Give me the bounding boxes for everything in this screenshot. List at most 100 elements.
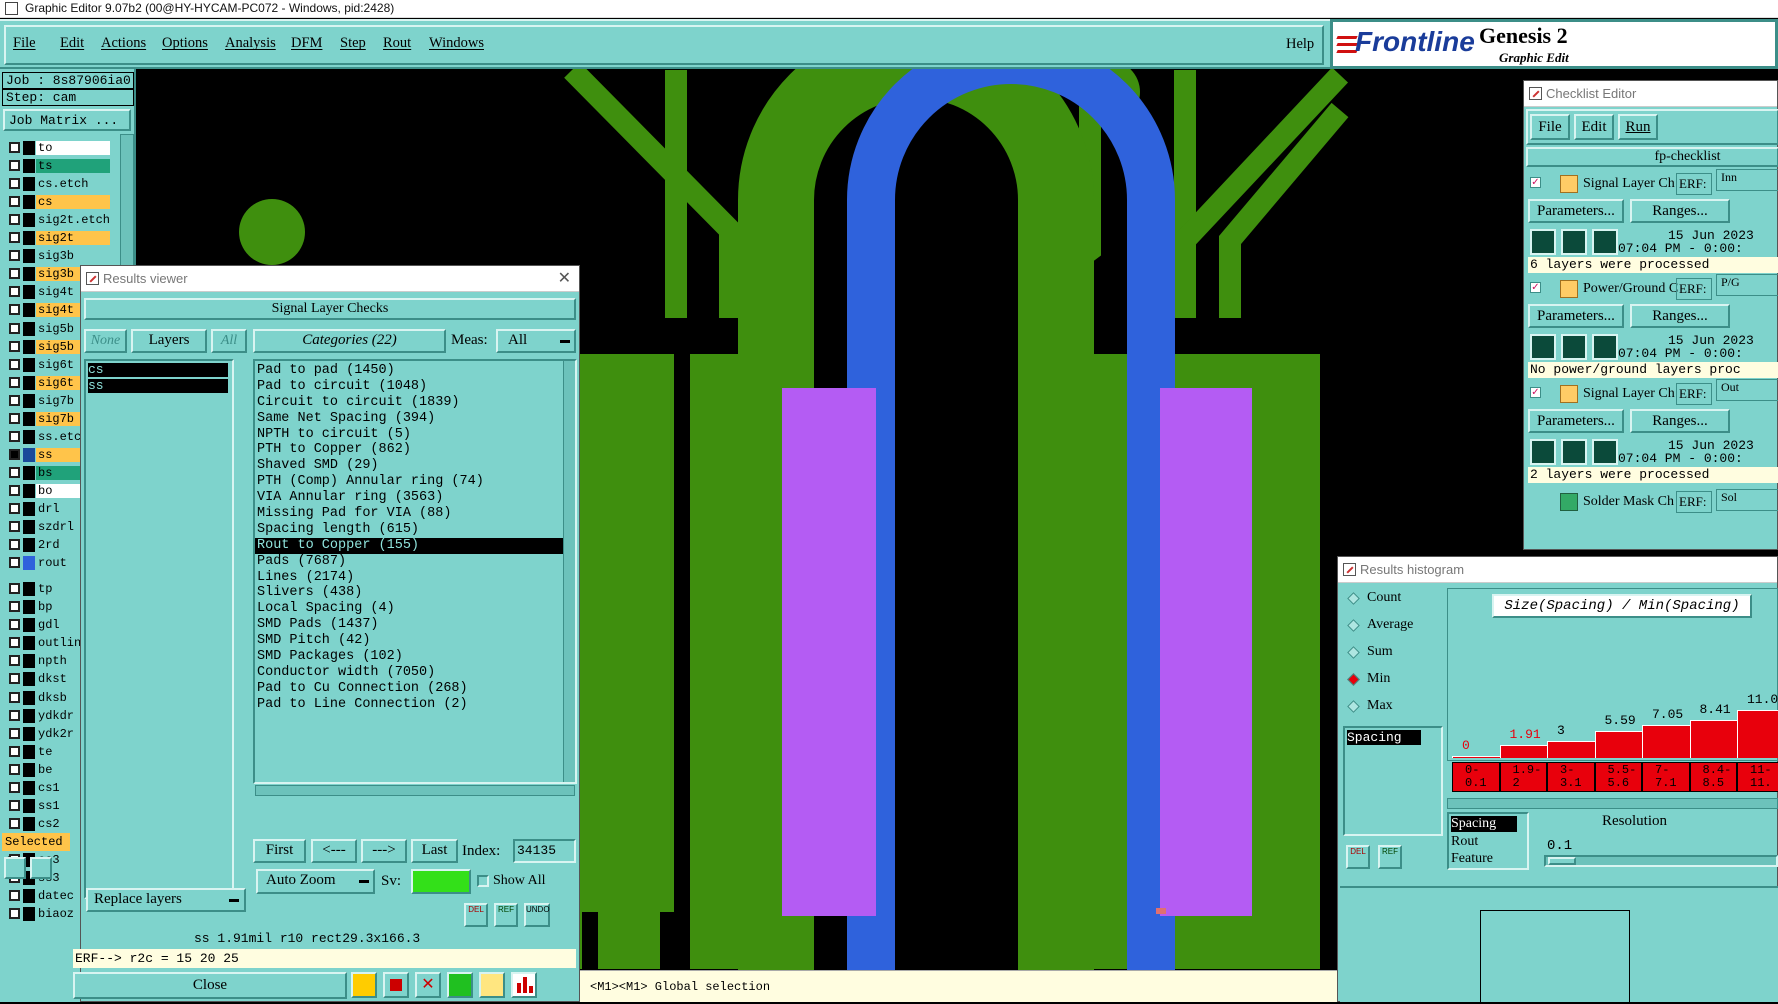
ranges-button[interactable]: Ranges...: [1630, 199, 1730, 223]
category-item[interactable]: Slivers (438): [255, 585, 575, 601]
last-button[interactable]: Last: [411, 839, 458, 863]
layer-checkbox[interactable]: [9, 160, 20, 172]
category-item[interactable]: PTH to Copper (862): [255, 442, 575, 458]
menu-file[interactable]: File: [13, 35, 36, 52]
checklist-item-name[interactable]: Signal Layer Ch: [1583, 176, 1678, 192]
category-item[interactable]: Lines (2174): [255, 570, 575, 586]
layer-row[interactable]: sig3b: [6, 248, 110, 264]
erf-value[interactable]: Out: [1716, 379, 1778, 401]
layer-checkbox[interactable]: [9, 539, 20, 551]
option-min[interactable]: Min: [1347, 671, 1437, 691]
layer-checkbox[interactable]: [9, 908, 20, 920]
layer-checkbox[interactable]: [9, 691, 20, 703]
close-button[interactable]: Close: [73, 972, 347, 999]
layer-checkbox[interactable]: [9, 637, 20, 649]
resolution-slider-handle[interactable]: [1548, 857, 1576, 865]
run-action-icon[interactable]: [1530, 439, 1556, 465]
checklist-item-name[interactable]: Signal Layer Ch: [1583, 386, 1678, 402]
categories-hscrollbar[interactable]: [255, 785, 575, 796]
histogram-list-item[interactable]: Spacing: [1347, 730, 1421, 745]
checklist-file-menu[interactable]: File: [1530, 114, 1570, 140]
job-matrix-button[interactable]: Job Matrix ...: [3, 109, 131, 131]
checklist-item-name[interactable]: Power/Ground C: [1583, 281, 1678, 297]
layer-row[interactable]: cs.etch: [6, 176, 110, 192]
first-button[interactable]: First: [253, 839, 306, 863]
menu-rout[interactable]: Rout: [383, 35, 411, 52]
layer-result-cs[interactable]: cs: [88, 363, 228, 377]
meas-dropdown[interactable]: All ▬: [496, 329, 576, 353]
tool-icon-2[interactable]: [383, 972, 409, 998]
layer-checkbox[interactable]: [9, 340, 20, 352]
category-item[interactable]: Pad to Cu Connection (268): [255, 681, 575, 697]
layer-name[interactable]: cs: [36, 195, 110, 210]
categories-tab[interactable]: Categories (22): [253, 329, 446, 353]
layer-checkbox[interactable]: [9, 268, 20, 280]
layer-row[interactable]: to: [6, 140, 110, 156]
layer-checkbox[interactable]: [9, 376, 20, 388]
menu-step[interactable]: Step: [340, 35, 366, 52]
layer-checkbox[interactable]: [9, 286, 20, 298]
layer-checkbox[interactable]: [9, 412, 20, 424]
layers-tab[interactable]: Layers: [131, 329, 207, 353]
layer-checkbox[interactable]: [9, 673, 20, 685]
ref-icon[interactable]: REF: [494, 903, 518, 927]
index-input[interactable]: 34135: [513, 839, 576, 863]
all-button[interactable]: All: [211, 329, 247, 353]
checklist-item-checkbox[interactable]: ✓: [1530, 387, 1541, 398]
layer-checkbox[interactable]: [9, 763, 20, 775]
layer-checkbox[interactable]: [9, 466, 20, 478]
measure-rout[interactable]: Rout: [1451, 834, 1478, 850]
category-item[interactable]: Rout to Copper (155): [255, 537, 575, 554]
help-menu[interactable]: Help: [1286, 36, 1314, 53]
layer-checkbox[interactable]: [9, 817, 20, 829]
category-item[interactable]: VIA Annular ring (3563): [255, 490, 575, 506]
menu-windows[interactable]: Windows: [429, 35, 484, 52]
menu-actions[interactable]: Actions: [101, 35, 146, 52]
layer-row[interactable]: ts: [6, 158, 110, 174]
histogram-hscroll[interactable]: [1447, 798, 1778, 809]
layer-name[interactable]: ts: [36, 159, 110, 174]
close-icon[interactable]: ✕: [558, 266, 571, 292]
layer-checkbox[interactable]: [9, 583, 20, 595]
ranges-button[interactable]: Ranges...: [1630, 304, 1730, 328]
menu-edit[interactable]: Edit: [60, 35, 84, 52]
option-average[interactable]: Average: [1347, 617, 1437, 637]
none-button[interactable]: None: [84, 329, 127, 353]
layer-checkbox[interactable]: [9, 503, 20, 514]
tool-icon-3[interactable]: ✕: [415, 972, 441, 998]
layer-checkbox[interactable]: [9, 799, 20, 811]
histogram-list[interactable]: Spacing: [1343, 726, 1443, 836]
menu-analysis[interactable]: Analysis: [225, 35, 276, 52]
layer-checkbox[interactable]: [9, 394, 20, 406]
layer-checkbox[interactable]: [9, 448, 20, 460]
replace-layers-dropdown[interactable]: Replace layers ▬: [86, 888, 246, 912]
option-count[interactable]: Count: [1347, 590, 1437, 610]
histogram-icon[interactable]: [511, 972, 537, 998]
parameters-button[interactable]: Parameters...: [1528, 199, 1624, 223]
checklist-run-menu[interactable]: Run: [1618, 114, 1658, 140]
del-icon[interactable]: DEL: [464, 903, 488, 927]
layer-checkbox[interactable]: [9, 196, 20, 208]
layer-checkbox[interactable]: [9, 890, 20, 902]
category-item[interactable]: Spacing length (615): [255, 522, 575, 538]
edit-action-icon[interactable]: [1561, 334, 1587, 360]
layer-checkbox[interactable]: [9, 619, 20, 631]
erf-value[interactable]: Inn: [1716, 169, 1778, 191]
next-button[interactable]: --->: [361, 839, 407, 863]
edit-action-icon[interactable]: [1561, 439, 1587, 465]
layer-checkbox[interactable]: [9, 430, 20, 442]
category-item[interactable]: Shaved SMD (29): [255, 458, 575, 474]
edit-action-icon[interactable]: [1561, 229, 1587, 255]
layer-result-ss[interactable]: ss: [88, 379, 228, 393]
erf-value[interactable]: P/G: [1716, 274, 1778, 296]
layer-checkbox[interactable]: [9, 521, 20, 533]
category-item[interactable]: Missing Pad for VIA (88): [255, 506, 575, 522]
layer-row[interactable]: cs: [6, 194, 110, 210]
categories-scrollbar[interactable]: [563, 361, 575, 782]
layer-checkbox[interactable]: [9, 557, 20, 569]
ranges-button[interactable]: Ranges...: [1630, 409, 1730, 433]
layer-name[interactable]: sig3b: [36, 249, 110, 264]
resolution-slider[interactable]: [1544, 855, 1778, 867]
layer-name[interactable]: to: [36, 141, 110, 155]
checklist-item-name[interactable]: Solder Mask Ch: [1583, 494, 1678, 510]
